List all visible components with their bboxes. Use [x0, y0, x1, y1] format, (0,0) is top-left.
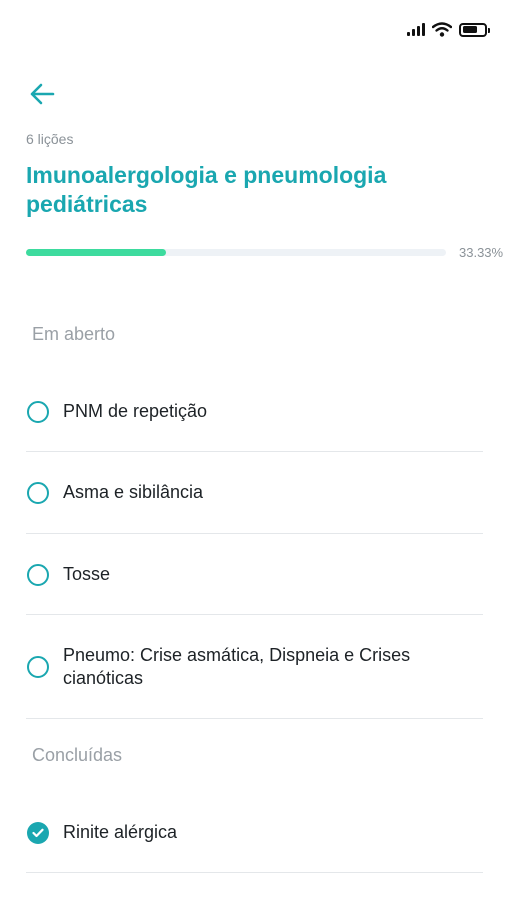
radio-unchecked-icon [27, 400, 49, 423]
lesson-item[interactable]: Asma e sibilância [26, 481, 483, 504]
lesson-item[interactable]: Rinite alérgica [26, 821, 483, 844]
status-icons [407, 22, 490, 37]
page-title: Imunoalergologia e pneumologia pediátric… [26, 162, 387, 217]
radio-unchecked-icon [27, 563, 49, 586]
section-label-open: Em aberto [32, 324, 116, 344]
lesson-item[interactable]: Tosse [26, 563, 483, 586]
radio-unchecked-icon [27, 481, 49, 504]
wifi-icon [432, 22, 452, 37]
divider [26, 533, 483, 534]
signal-icon [407, 23, 425, 36]
divider [26, 872, 483, 873]
lesson-label: Asma e sibilância [63, 482, 204, 502]
check-circle-icon [27, 821, 49, 844]
lesson-label: Pneumo: Crise asmática, Dispneia e Crise… [63, 645, 411, 688]
progress-label: 33.33% [459, 245, 504, 260]
lesson-item[interactable]: Pneumo: Crise asmática, Dispneia e Crise… [26, 644, 483, 690]
battery-icon [459, 22, 490, 37]
status-bar [0, 0, 507, 60]
arrow-left-icon [30, 83, 55, 105]
lesson-label: PNM de repetição [63, 401, 208, 421]
divider [26, 614, 483, 615]
progress-bar-fill [26, 249, 166, 256]
radio-unchecked-icon [27, 656, 49, 678]
divider [26, 718, 483, 719]
progress-bar [26, 249, 446, 256]
lesson-count: 6 lições [26, 131, 74, 147]
lesson-item[interactable]: PNM de repetição [26, 400, 483, 423]
lesson-label: Tosse [63, 564, 111, 584]
divider [26, 451, 483, 452]
section-label-done: Concluídas [32, 745, 123, 765]
back-button[interactable] [26, 78, 58, 110]
lesson-label: Rinite alérgica [63, 822, 178, 842]
